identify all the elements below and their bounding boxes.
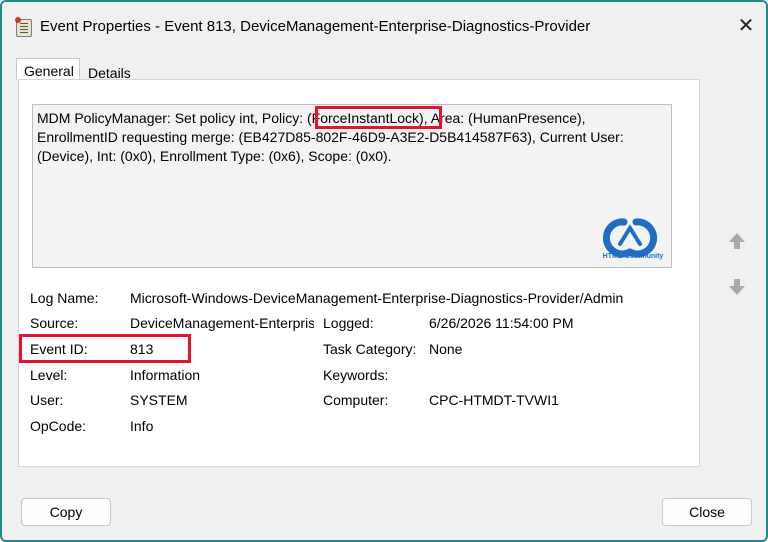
tab-general-label: General bbox=[24, 63, 74, 79]
level-value[interactable]: Information bbox=[130, 367, 200, 383]
event-properties-window: Event Properties - Event 813, DeviceMana… bbox=[0, 0, 768, 542]
event-id-highlight-box bbox=[19, 334, 191, 363]
source-value[interactable]: DeviceManagement-Enterprise-Diagnostics-… bbox=[130, 315, 314, 331]
previous-event-arrow-icon[interactable] bbox=[726, 230, 748, 252]
task-category-label: Task Category: bbox=[323, 341, 417, 357]
computer-value[interactable]: CPC-HTMDT-TVWI1 bbox=[429, 392, 559, 408]
window-close-icon[interactable]: ✕ bbox=[736, 16, 756, 36]
level-label: Level: bbox=[30, 367, 68, 383]
tab-general[interactable]: General bbox=[16, 58, 80, 80]
user-value[interactable]: SYSTEM bbox=[130, 392, 188, 408]
task-category-value[interactable]: None bbox=[429, 341, 462, 357]
log-name-value[interactable]: Microsoft-Windows-DeviceManagement-Enter… bbox=[130, 290, 623, 306]
event-viewer-icon bbox=[15, 17, 32, 37]
description-line: EnrollmentID requesting merge: (EB427D85… bbox=[37, 129, 624, 145]
keywords-label: Keywords: bbox=[323, 367, 389, 383]
user-label: User: bbox=[30, 392, 64, 408]
title-bar[interactable]: Event Properties - Event 813, DeviceMana… bbox=[2, 2, 766, 52]
copy-button[interactable]: Copy bbox=[21, 498, 111, 526]
logo-caption: HTMD Community bbox=[602, 253, 664, 260]
policy-highlight-box bbox=[315, 106, 442, 129]
window-title: Event Properties - Event 813, DeviceMana… bbox=[40, 18, 591, 35]
logged-value[interactable]: 6/26/2026 11:54:00 PM bbox=[429, 315, 574, 331]
computer-label: Computer: bbox=[323, 392, 389, 408]
opcode-label: OpCode: bbox=[30, 418, 87, 434]
opcode-value[interactable]: Info bbox=[130, 418, 153, 434]
log-name-label: Log Name: bbox=[30, 290, 99, 306]
description-line: (Device), Int: (0x0), Enrollment Type: (… bbox=[37, 148, 392, 164]
close-button[interactable]: Close bbox=[662, 498, 752, 526]
next-event-arrow-icon[interactable] bbox=[726, 276, 748, 298]
logged-label: Logged: bbox=[323, 315, 374, 331]
source-label: Source: bbox=[30, 315, 79, 331]
